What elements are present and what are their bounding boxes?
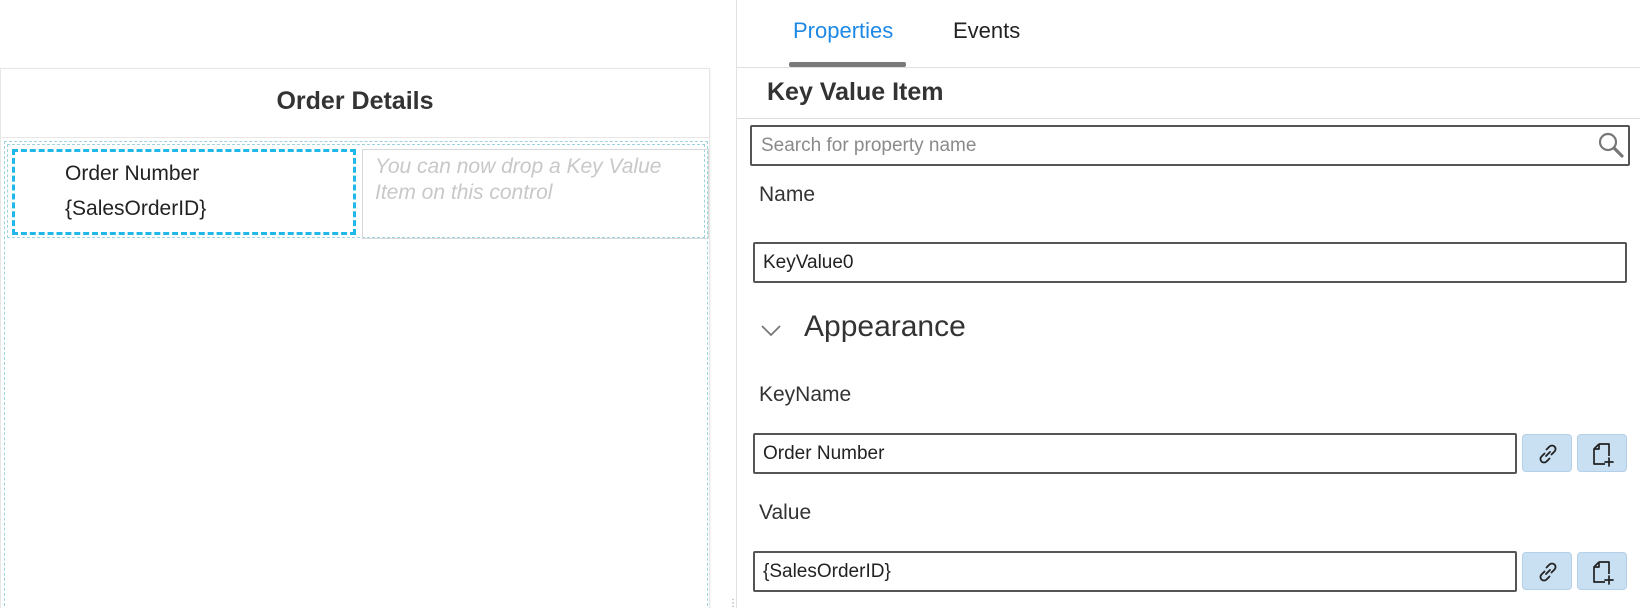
- name-label: Name: [759, 183, 816, 206]
- search-input[interactable]: [752, 127, 1592, 164]
- key-value-container[interactable]: Order Number {SalesOrderID} You can now …: [4, 141, 709, 608]
- tab-properties[interactable]: Properties: [793, 18, 893, 44]
- chevron-down-icon: [761, 325, 781, 337]
- keyname-add-expression-button[interactable]: [1577, 434, 1627, 472]
- page-add-icon: [1593, 443, 1614, 467]
- name-field[interactable]: KeyValue0: [753, 242, 1627, 283]
- search-icon[interactable]: [1597, 131, 1625, 159]
- form-title: Order Details: [276, 87, 434, 115]
- key-value-item-value: {SalesOrderID}: [65, 197, 207, 220]
- keyname-bind-button[interactable]: [1522, 434, 1572, 472]
- divider: [1, 137, 709, 138]
- form-card: Order Details Order Number {SalesOrderID…: [0, 68, 710, 608]
- value-field[interactable]: {SalesOrderID}: [753, 551, 1517, 592]
- link-icon: [1539, 444, 1557, 464]
- value-label: Value: [759, 501, 812, 524]
- section-title: Appearance: [804, 310, 966, 343]
- designer-canvas: Order Details Order Number {SalesOrderID…: [0, 0, 736, 608]
- keyname-field[interactable]: Order Number: [753, 433, 1517, 474]
- link-icon: [1539, 562, 1557, 582]
- active-tab-indicator: [789, 62, 906, 67]
- key-value-item-key: Order Number: [65, 162, 200, 185]
- value-bind-button[interactable]: [1522, 552, 1572, 590]
- property-search: [750, 125, 1630, 166]
- panel-heading: Key Value Item: [767, 78, 944, 106]
- panel-tabs: Properties Events: [737, 0, 1640, 68]
- divider: [737, 118, 1640, 119]
- tab-events[interactable]: Events: [953, 18, 1020, 44]
- page-add-icon: [1593, 561, 1614, 585]
- keyname-label: KeyName: [759, 383, 852, 406]
- value-add-expression-button[interactable]: [1577, 552, 1627, 590]
- properties-panel: Properties Events Key Value Item Name Ke…: [737, 0, 1640, 608]
- drop-zone[interactable]: You can now drop a Key Value Item on thi…: [362, 149, 709, 239]
- key-value-item-selected[interactable]: Order Number {SalesOrderID}: [12, 149, 356, 235]
- key-value-row[interactable]: Order Number {SalesOrderID} You can now …: [7, 144, 709, 239]
